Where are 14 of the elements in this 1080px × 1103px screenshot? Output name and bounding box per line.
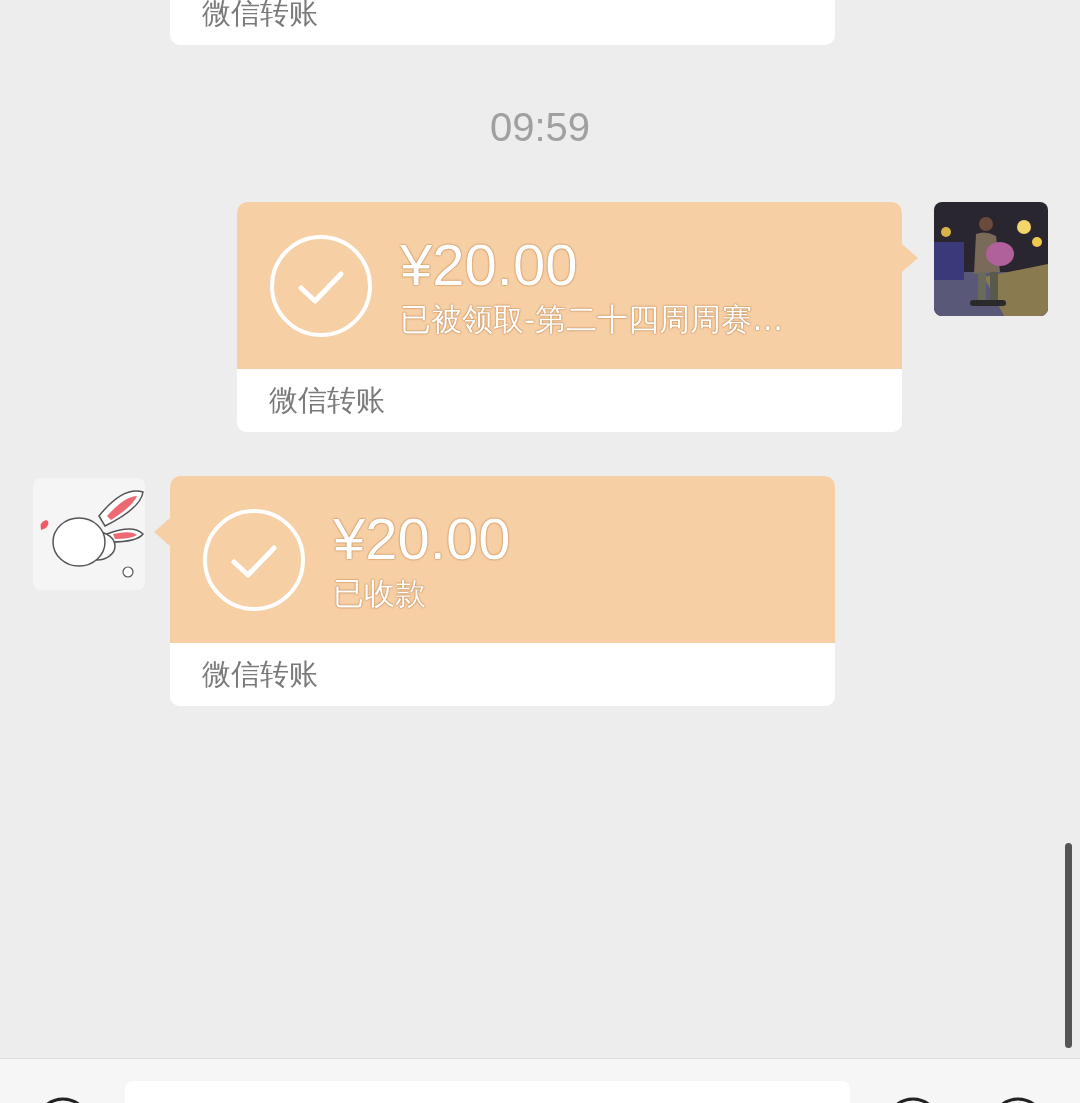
bubble-tail: [902, 244, 918, 272]
transfer-amount: ¥20.00: [333, 505, 511, 572]
rabbit-drawing[interactable]: [33, 478, 145, 590]
message-timestamp: 09:59: [489, 104, 591, 151]
transfer-amount: ¥20.00: [400, 231, 579, 298]
transfer-status: 已收款: [333, 573, 427, 613]
transfer-status: 已被领取-第二十四周周赛…: [400, 299, 784, 339]
check-circle-icon: [202, 507, 306, 612]
scrollbar[interactable]: [1065, 843, 1072, 1048]
transfer-card[interactable]: ¥20.00 已收款 微信转账: [170, 476, 835, 706]
transfer-card[interactable]: ¥20.00 已被领取-第二十四周周赛… 微信转账: [237, 202, 902, 432]
transfer-label: 微信转账: [202, 655, 318, 693]
check-circle-icon: [269, 233, 373, 338]
transfer-label: 微信转账: [269, 381, 385, 419]
